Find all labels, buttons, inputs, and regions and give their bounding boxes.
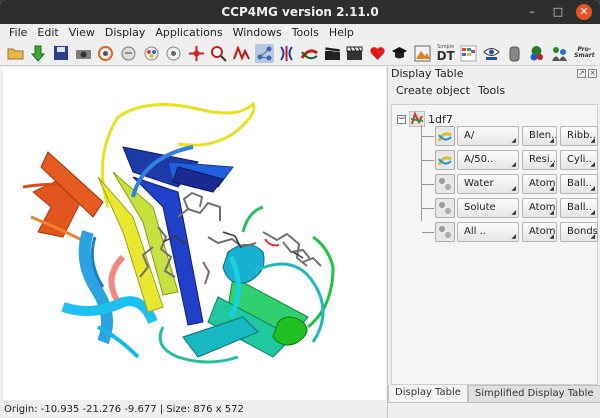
select-icon[interactable] xyxy=(254,43,274,63)
tab-display-table[interactable]: Display Table xyxy=(388,385,468,403)
panel-title: Display Table xyxy=(391,67,464,80)
open-folder-icon[interactable] xyxy=(6,44,25,63)
solute-visibility-icon[interactable] xyxy=(435,198,455,218)
pro-smart-label: Pro-Smart xyxy=(574,46,595,59)
toolbar: Simple DT Pro-Smart xyxy=(0,41,600,66)
draw-style-button[interactable]: Cyli.. ◢ xyxy=(560,150,598,170)
draw-style-button[interactable]: Ribb.. ◢ xyxy=(560,126,598,146)
water-visibility-icon[interactable] xyxy=(435,174,455,194)
close-panel-icon[interactable]: × xyxy=(588,69,597,78)
display-object-row: Solute◢ Atom..◢ Ball..◢ xyxy=(422,197,600,219)
menu-applications[interactable]: Applications xyxy=(150,24,227,41)
view-reset-icon[interactable] xyxy=(119,44,138,63)
ribbon-visibility-icon[interactable] xyxy=(435,126,455,146)
picture-icon[interactable] xyxy=(413,44,432,63)
menu-edit[interactable]: Edit xyxy=(32,24,63,41)
display-object-row: Water◢ Atom..◢ Ball..◢ xyxy=(422,173,600,195)
pro-smart-icon[interactable]: Pro-Smart xyxy=(573,44,597,63)
display-object-row: A/◢ Blen.. ◢ Ribb.. ◢ xyxy=(422,125,600,147)
menu-tools[interactable]: Tools xyxy=(287,24,324,41)
find-icon[interactable] xyxy=(210,44,229,63)
people-icon[interactable] xyxy=(550,44,569,63)
window-title: CCP4MG version 2.11.0 xyxy=(221,5,379,19)
create-object-menu[interactable]: Create object xyxy=(396,84,470,98)
lighting-icon[interactable] xyxy=(164,44,183,63)
colour-scheme-button[interactable]: Resi.. ◢ xyxy=(522,150,557,170)
tab-simplified-display-table[interactable]: Simplified Display Table xyxy=(467,385,600,403)
bio-icon[interactable] xyxy=(527,44,546,63)
simple-dt-icon[interactable]: Simple DT xyxy=(436,44,456,63)
menu-windows[interactable]: Windows xyxy=(228,24,287,41)
favourite-heart-icon[interactable] xyxy=(368,44,387,63)
symmetry-icon[interactable] xyxy=(278,44,297,63)
display-object-row: All ..◢ Atom..◢ Bonds◢ xyxy=(422,221,600,243)
residue-visibility-icon[interactable] xyxy=(435,150,455,170)
undo-view-icon[interactable] xyxy=(97,44,116,63)
superpose-icon[interactable] xyxy=(300,44,319,63)
minimize-icon[interactable]: – xyxy=(524,4,540,20)
panel-tools-menu[interactable]: Tools xyxy=(478,84,505,98)
menu-file[interactable]: File xyxy=(4,24,32,41)
menu-display[interactable]: Display xyxy=(100,24,151,41)
status-bar: Origin: -10.935 -21.276 -9.677 | Size: 8… xyxy=(0,401,386,418)
title-bar: CCP4MG version 2.11.0 – □ ✕ xyxy=(0,0,600,24)
colour-scheme-button[interactable]: Atom..◢ xyxy=(522,174,557,194)
collapse-expander[interactable]: − xyxy=(397,114,406,124)
sequence-icon[interactable] xyxy=(232,44,251,63)
display-tree: − 1df7 A/◢ Blen.. ◢ Ribb.. ◢ A/50.. ◢ Resi.… xyxy=(391,104,598,385)
save-icon[interactable] xyxy=(51,44,70,63)
colour-scheme-button[interactable]: Atom..◢ xyxy=(522,222,557,242)
colour-scheme-button[interactable]: Blen.. ◢ xyxy=(522,126,557,146)
molecule-name[interactable]: 1df7 xyxy=(428,113,453,126)
status-text: Origin: -10.935 -21.276 -9.677 | Size: 8… xyxy=(4,404,244,415)
center-icon[interactable] xyxy=(187,44,206,63)
menu-help[interactable]: Help xyxy=(324,24,359,41)
selection-button[interactable]: A/◢ xyxy=(457,126,519,146)
maximize-icon[interactable]: □ xyxy=(550,4,566,20)
display-table-panel: Display Table ↗ × Create object Tools − … xyxy=(387,67,600,418)
draw-style-button[interactable]: Ball.. ◢ xyxy=(560,174,598,194)
colour-scheme-button[interactable]: Atom..◢ xyxy=(522,198,557,218)
selection-button[interactable]: All .. ◢ xyxy=(457,222,519,242)
selection-button[interactable]: A/50.. ◢ xyxy=(457,150,519,170)
simple-dt-label: DT xyxy=(436,48,455,63)
clapper-icon[interactable] xyxy=(345,44,364,63)
menu-bar: File Edit View Display Applications Wind… xyxy=(0,24,600,41)
all-atoms-visibility-icon[interactable] xyxy=(435,222,455,242)
menu-view[interactable]: View xyxy=(64,24,100,41)
camera-icon[interactable] xyxy=(74,44,93,63)
draw-style-button[interactable]: Ball.. ◢ xyxy=(560,198,598,218)
graduation-icon[interactable] xyxy=(391,44,410,63)
selection-button[interactable]: Solute ◢ xyxy=(457,198,519,218)
hand-icon[interactable] xyxy=(505,44,524,63)
close-icon[interactable]: ✕ xyxy=(576,4,592,20)
display-object-row: A/50.. ◢ Resi.. ◢ Cyli.. ◢ xyxy=(422,149,600,171)
app-window: CCP4MG version 2.11.0 – □ ✕ File Edit Vi… xyxy=(0,0,600,418)
mg-icon[interactable] xyxy=(459,44,478,63)
draw-style-button[interactable]: Bonds ◢ xyxy=(560,222,598,242)
molecule-viewport[interactable] xyxy=(3,67,386,400)
picture-wizard-icon[interactable] xyxy=(142,44,161,63)
selection-button[interactable]: Water ◢ xyxy=(457,174,519,194)
protein-ribbon-render xyxy=(22,101,335,364)
float-panel-icon[interactable]: ↗ xyxy=(577,69,586,78)
movie-icon[interactable] xyxy=(323,44,342,63)
eye-pdb-icon[interactable] xyxy=(482,44,501,63)
panel-tabs: Display Table Simplified Display Table xyxy=(388,385,600,403)
download-icon[interactable] xyxy=(29,44,48,63)
